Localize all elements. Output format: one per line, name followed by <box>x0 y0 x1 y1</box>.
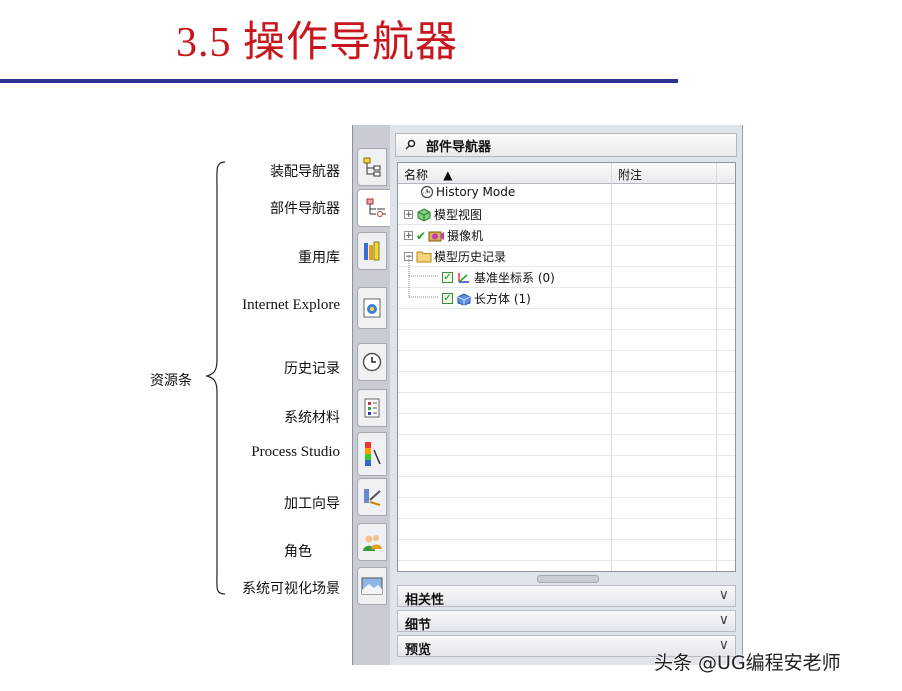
section-label: 细节 <box>405 618 432 633</box>
tab-part-navigator[interactable] <box>357 189 393 227</box>
tree-row-empty <box>398 498 735 519</box>
label-internet-explorer: Internet Explore <box>242 297 340 313</box>
tree-row-empty <box>398 435 735 456</box>
label-system-scenes: 系统可视化场景 <box>242 581 340 597</box>
tree-row-empty <box>398 414 735 435</box>
watermark: 头条 @UG编程安老师 <box>654 652 841 674</box>
label-process-studio: Process Studio <box>251 444 340 460</box>
block-icon <box>457 292 471 306</box>
curly-brace <box>205 161 226 595</box>
part-navigator-icon <box>366 198 386 217</box>
tree-row-empty <box>398 519 735 540</box>
label-system-materials: 系统材料 <box>284 410 340 426</box>
tab-assembly-navigator[interactable] <box>357 148 387 186</box>
tree-row-empty <box>398 309 735 330</box>
datum-csys-icon <box>458 272 469 283</box>
browser-icon <box>363 298 381 318</box>
resource-bar-label: 资源条 <box>150 373 192 389</box>
roles-icon <box>363 535 382 551</box>
label-machining-wizard: 加工向导 <box>284 496 340 512</box>
tab-machining-wizard[interactable] <box>357 478 387 516</box>
scene-icon <box>361 577 383 595</box>
tree-row-empty <box>398 351 735 372</box>
splitter-handle[interactable] <box>537 575 599 583</box>
chevron-down-icon: ∨ <box>718 587 729 603</box>
sort-ascending-icon: ▲ <box>443 168 453 182</box>
tab-roles[interactable] <box>357 523 387 561</box>
tree-row-empty <box>398 540 735 561</box>
tab-system-materials[interactable] <box>357 389 387 427</box>
column-name[interactable]: 名称 ▲ <box>404 166 453 183</box>
section-details[interactable]: 细节 ∨ <box>397 610 736 633</box>
tab-process-studio[interactable] <box>357 432 387 476</box>
tab-system-scenes[interactable] <box>357 567 387 605</box>
tree-row-label: 基准坐标系 (0) <box>474 271 555 285</box>
reuse-library-icon <box>364 241 380 261</box>
title-underline <box>0 79 678 83</box>
materials-icon <box>364 398 380 418</box>
tree-row-empty <box>398 330 735 351</box>
column-note[interactable]: 附注 <box>618 166 642 183</box>
tab-history[interactable] <box>357 343 387 381</box>
tree-row-empty <box>398 477 735 498</box>
tree-row-label: 长方体 (1) <box>474 292 531 306</box>
label-roles: 角色 <box>284 544 312 560</box>
chevron-down-icon: ∨ <box>718 612 729 628</box>
assembly-navigator-icon <box>363 157 381 177</box>
navigator-title: 部件导航器 <box>426 139 492 155</box>
label-part-navigator: 部件导航器 <box>270 201 340 217</box>
process-studio-icon <box>365 442 381 466</box>
column-header: 名称 ▲ 附注 <box>398 163 735 184</box>
label-history: 历史记录 <box>284 361 340 377</box>
tab-internet-explorer[interactable] <box>357 287 387 329</box>
tree-row-empty <box>398 456 735 477</box>
navigator-header: 部件导航器 <box>395 133 737 157</box>
tree-row-empty <box>398 393 735 414</box>
section-label: 相关性 <box>405 593 445 608</box>
section-dependencies[interactable]: 相关性 ∨ <box>397 585 736 608</box>
tree-row-empty <box>398 372 735 393</box>
pin-icon[interactable] <box>404 139 416 151</box>
clock-icon <box>362 352 382 372</box>
section-label: 预览 <box>405 643 432 658</box>
label-assembly-navigator: 装配导航器 <box>270 164 340 180</box>
slide-title: 3.5 操作导航器 <box>176 20 459 66</box>
machining-wizard-icon <box>364 489 381 506</box>
label-reuse-library: 重用库 <box>298 250 340 266</box>
tab-reuse-library[interactable] <box>357 232 387 270</box>
navigator-tree: 名称 ▲ 附注 History Mode + 模型视图 + ✔ 摄像机 − 模型… <box>397 162 736 572</box>
tree-connector-lines <box>408 192 438 299</box>
